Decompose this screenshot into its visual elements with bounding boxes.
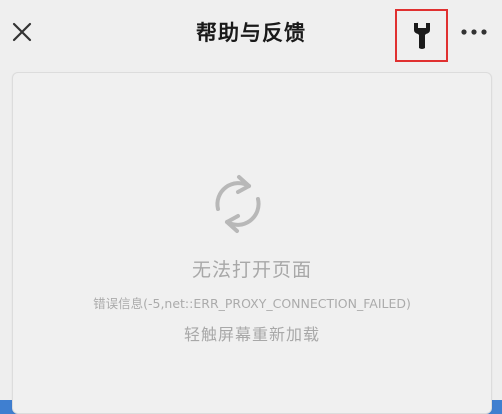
top-bar: 帮助与反馈 bbox=[0, 0, 502, 70]
error-detail: 错误信息(-5,net::ERR_PROXY_CONNECTION_FAILED… bbox=[93, 296, 411, 311]
webview-screen: 帮助与反馈 无法打开页面 错误信息(-5,net::ERR_PROXY_CONN… bbox=[0, 0, 502, 414]
more-button[interactable] bbox=[456, 16, 492, 48]
debug-tool-button[interactable] bbox=[395, 9, 448, 62]
close-button[interactable] bbox=[6, 16, 38, 48]
reload-icon bbox=[215, 175, 261, 233]
page-title: 帮助与反馈 bbox=[196, 21, 306, 45]
reload-hint: 轻触屏幕重新加载 bbox=[183, 325, 320, 344]
wrench-icon bbox=[413, 22, 430, 49]
close-icon bbox=[12, 22, 32, 42]
error-title: 无法打开页面 bbox=[191, 259, 312, 281]
error-page-tap-to-reload[interactable]: 无法打开页面 错误信息(-5,net::ERR_PROXY_CONNECTION… bbox=[12, 72, 492, 414]
more-horizontal-icon bbox=[461, 29, 487, 35]
